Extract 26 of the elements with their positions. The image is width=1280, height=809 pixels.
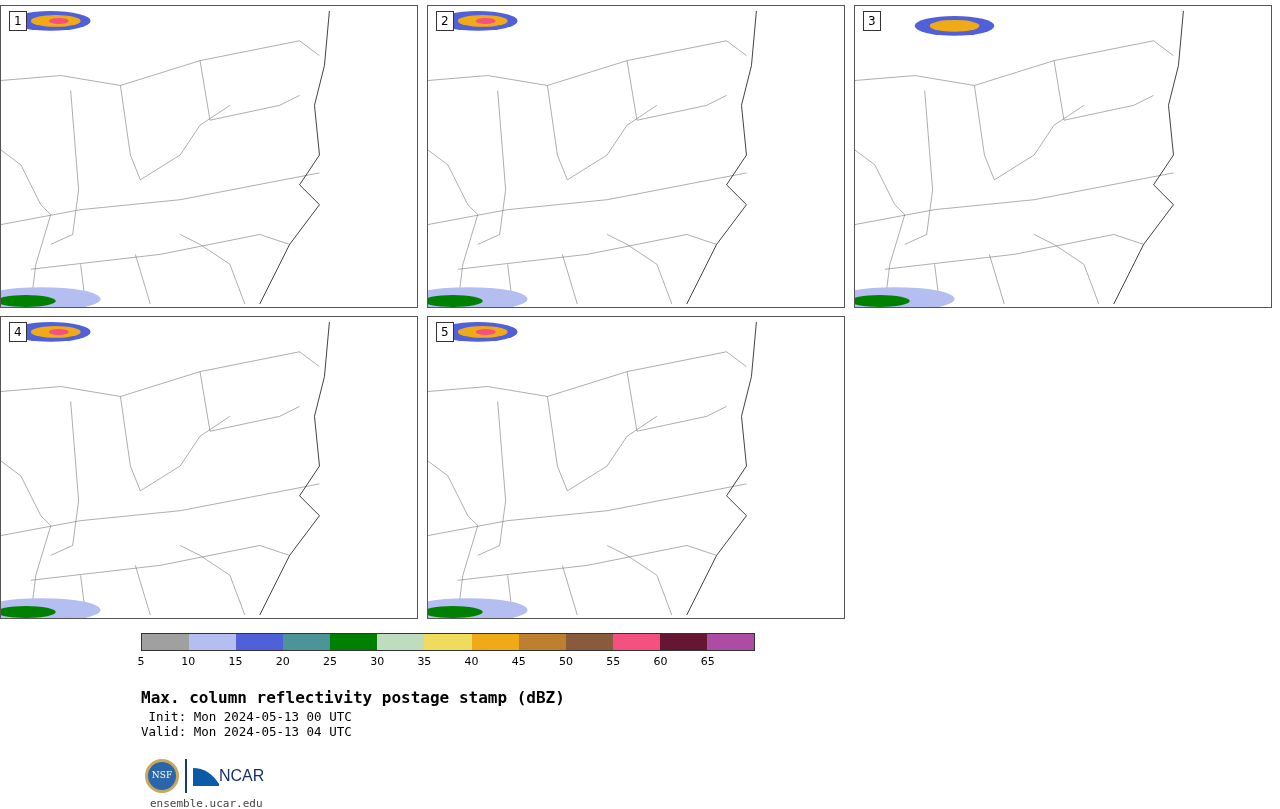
seal-text: NSF	[151, 769, 173, 783]
tick-label: 10	[181, 656, 196, 668]
tick-label: 20	[275, 656, 290, 668]
site-url: ensemble.ucar.edu	[150, 797, 264, 809]
tick-label: 40	[464, 656, 479, 668]
panel-number: 1	[9, 11, 27, 31]
tick-label: 65	[700, 656, 715, 668]
tick-label: 25	[322, 656, 337, 668]
tick-label: 50	[559, 656, 574, 668]
tick-label: 55	[606, 656, 621, 668]
tick-label: 60	[653, 656, 668, 668]
tick-label: 35	[417, 656, 432, 668]
panel-number: 4	[9, 322, 27, 342]
logo-text: NCAR	[219, 766, 265, 786]
tick-label: 15	[228, 656, 243, 668]
valid-time: Valid: Mon 2024-05-13 04 UTC	[141, 724, 353, 739]
tick-label: 30	[370, 656, 385, 668]
init-time: Init: Mon 2024-05-13 00 UTC	[147, 709, 353, 724]
panel-number: 5	[436, 322, 454, 342]
tick-label: 5	[137, 656, 145, 668]
tick-label: 45	[511, 656, 526, 668]
panel-number: 3	[863, 11, 881, 31]
logo-divider	[185, 759, 187, 793]
swoosh-icon	[193, 766, 219, 786]
panel-number: 2	[436, 11, 454, 31]
chart-title: Max. column reflectivity postage stamp (dBZ)	[141, 689, 566, 707]
